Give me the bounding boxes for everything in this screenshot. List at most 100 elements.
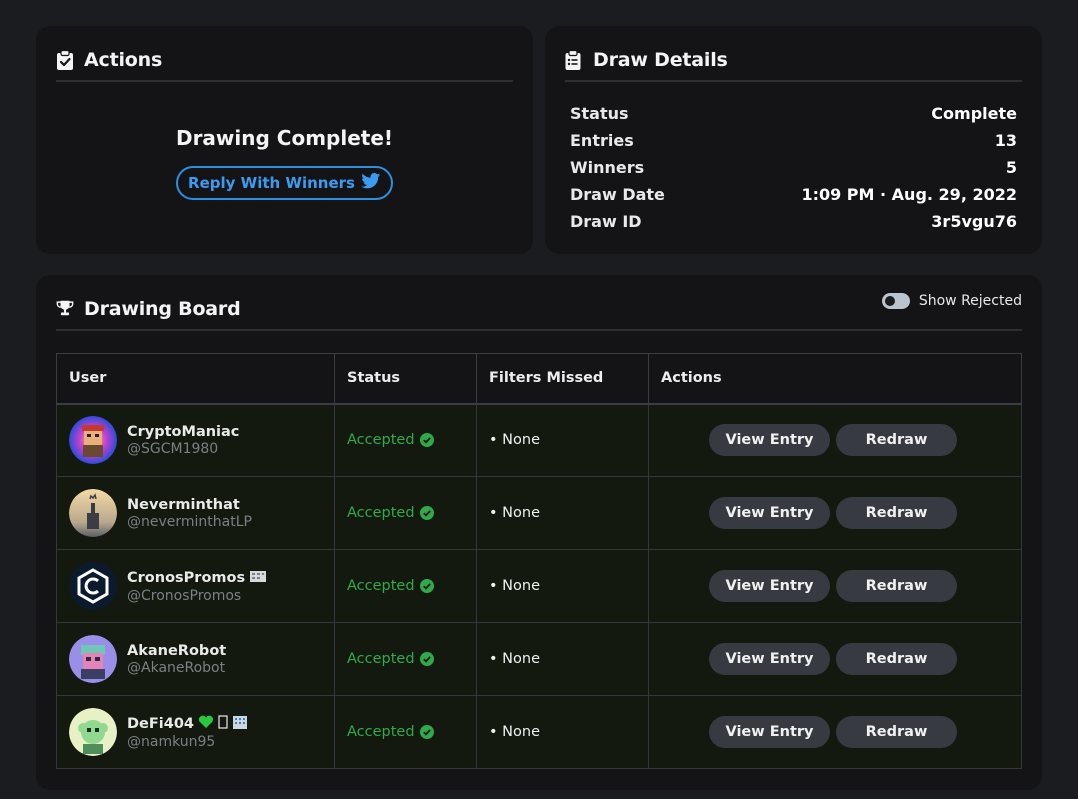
user-cell: AkaneRobot @AkaneRobot [56,622,335,696]
table-row: CryptoManiac @SGCM1980 Accepted • None V… [56,403,1022,477]
column-header-status: Status [334,353,477,405]
status-accepted: Accepted [347,578,476,594]
table-header-row: User Status Filters Missed Actions [56,353,1022,405]
toggle-switch[interactable] [881,293,910,309]
actions-cell: View Entry Redraw [648,695,1022,769]
status-cell: Accepted [334,549,477,623]
show-rejected-toggle[interactable]: Show Rejected [881,293,1022,309]
draw-details-header: Draw Details [565,40,1022,82]
draw-details-title: Draw Details [593,49,728,71]
actions-cell: View Entry Redraw [648,403,1022,477]
office-emoji-icon [249,569,267,587]
building-emoji-icon [232,715,248,733]
trophy-icon [56,299,74,319]
actions-cell: View Entry Redraw [648,476,1022,550]
status-accepted: Accepted [347,724,476,740]
actions-cell: View Entry Redraw [648,549,1022,623]
user-handle[interactable]: @SGCM1980 [127,441,239,457]
drawing-board-table: User Status Filters Missed Actions Crypt… [56,353,1022,769]
avatar[interactable] [69,562,117,610]
redraw-button[interactable]: Redraw [836,497,957,529]
detail-value: Complete [931,104,1017,123]
drawing-complete-message: Drawing Complete! [175,126,394,150]
status-cell: Accepted [334,695,477,769]
status-accepted: Accepted [347,432,476,448]
detail-row-winners: Winners 5 [570,154,1017,181]
drawing-board-title: Drawing Board [84,298,241,320]
filters-cell: • None [476,476,649,550]
avatar[interactable] [69,635,117,683]
twitter-icon [361,173,381,193]
detail-label: Draw ID [570,212,642,231]
user-cell: CronosPromos @CronosPromos [56,549,335,623]
filters-missed: • None [489,578,540,594]
check-circle-icon [419,725,434,739]
status-cell: Accepted [334,403,477,477]
status-cell: Accepted [334,622,477,696]
table-row: CronosPromos @CronosPromos Accepted • No… [56,549,1022,623]
check-circle-icon [419,652,434,666]
user-name[interactable]: Neverminthat [127,497,252,513]
filters-cell: • None [476,622,649,696]
filters-cell: • None [476,695,649,769]
detail-label: Entries [570,131,634,150]
clipboard-list-icon [565,50,583,70]
redraw-button[interactable]: Redraw [836,570,957,602]
detail-value: 1:09 PM · Aug. 29, 2022 [801,185,1017,204]
draw-details-card: Draw Details Status Complete Entries 13 … [545,26,1042,254]
detail-value: 13 [994,131,1017,150]
actions-header: Actions [56,40,513,82]
actions-cell: View Entry Redraw [648,622,1022,696]
missing-glyph-icon [218,714,228,733]
user-name[interactable]: AkaneRobot [127,643,226,659]
check-circle-icon [419,433,434,448]
user-name[interactable]: CryptoManiac [127,424,239,440]
view-entry-button[interactable]: View Entry [709,497,830,529]
detail-row-entries: Entries 13 [570,127,1017,154]
column-header-user: User [56,353,335,405]
view-entry-button[interactable]: View Entry [709,716,830,748]
check-circle-icon [419,506,434,520]
filters-missed: • None [489,505,540,521]
detail-label: Draw Date [570,185,665,204]
status-accepted: Accepted [347,651,476,667]
user-handle[interactable]: @AkaneRobot [127,660,226,676]
check-circle-icon [419,579,434,593]
green-heart-icon [198,715,214,733]
user-cell: CryptoManiac @SGCM1980 [56,403,335,477]
status-cell: Accepted [334,476,477,550]
toggle-knob [884,296,895,306]
reply-with-winners-button[interactable]: Reply With Winners [176,166,393,200]
view-entry-button[interactable]: View Entry [709,570,830,602]
filters-cell: • None [476,549,649,623]
redraw-button[interactable]: Redraw [836,643,957,675]
user-handle[interactable]: @neverminthatLP [127,514,252,530]
filters-missed: • None [489,651,540,667]
detail-label: Status [570,104,629,123]
avatar[interactable] [69,708,117,756]
column-header-filters: Filters Missed [476,353,649,405]
redraw-button[interactable]: Redraw [836,716,957,748]
status-accepted: Accepted [347,505,476,521]
avatar[interactable] [69,489,117,537]
detail-row-status: Status Complete [570,100,1017,127]
table-row: AkaneRobot @AkaneRobot Accepted • None V… [56,622,1022,696]
draw-details-list: Status Complete Entries 13 Winners 5 Dra… [570,100,1017,235]
table-row: Neverminthat @neverminthatLP Accepted • … [56,476,1022,550]
filters-missed: • None [489,724,540,740]
user-handle[interactable]: @namkun95 [127,734,248,750]
user-cell: Neverminthat @neverminthatLP [56,476,335,550]
detail-row-draw-date: Draw Date 1:09 PM · Aug. 29, 2022 [570,181,1017,208]
user-handle[interactable]: @CronosPromos [127,588,267,604]
column-header-actions: Actions [648,353,1022,405]
view-entry-button[interactable]: View Entry [709,424,830,457]
detail-row-draw-id: Draw ID 3r5vgu76 [570,208,1017,235]
redraw-button[interactable]: Redraw [836,424,957,457]
avatar[interactable] [69,416,117,465]
detail-label: Winners [570,158,645,177]
user-cell: DeFi404 @namkun95 [56,695,335,769]
user-name[interactable]: CronosPromos [127,569,267,587]
detail-value: 3r5vgu76 [931,212,1017,231]
view-entry-button[interactable]: View Entry [709,643,830,675]
user-name[interactable]: DeFi404 [127,714,248,733]
